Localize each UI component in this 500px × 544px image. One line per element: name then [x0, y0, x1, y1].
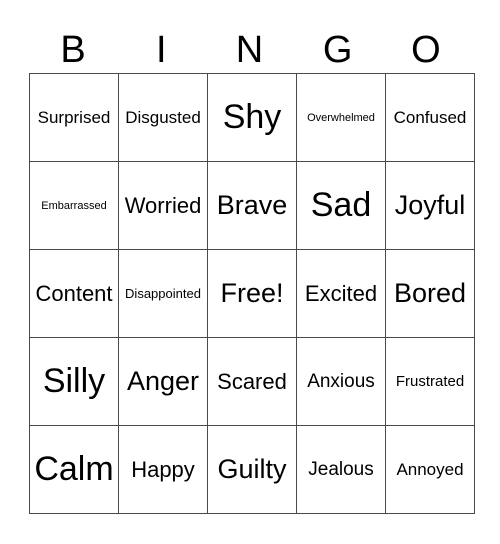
bingo-row: Silly Anger Scared Anxious Frustrated: [29, 337, 475, 426]
bingo-row: Embarrassed Worried Brave Sad Joyful: [29, 161, 475, 250]
bingo-cell[interactable]: Embarrassed: [29, 161, 119, 250]
bingo-cell[interactable]: Brave: [207, 161, 297, 250]
bingo-cell[interactable]: Excited: [296, 249, 386, 338]
bingo-cell[interactable]: Overwhelmed: [296, 73, 386, 162]
bingo-card: Surprised Disgusted Shy Overwhelmed Conf…: [29, 73, 475, 514]
bingo-cell[interactable]: Anger: [118, 337, 208, 426]
bingo-cell[interactable]: Frustrated: [385, 337, 475, 426]
free-space-cell[interactable]: Free!: [207, 249, 297, 338]
header-letter-g: G: [322, 29, 353, 71]
bingo-cell[interactable]: Shy: [207, 73, 297, 162]
bingo-cell[interactable]: Confused: [385, 73, 475, 162]
bingo-cell[interactable]: Bored: [385, 249, 475, 338]
bingo-cell[interactable]: Joyful: [385, 161, 475, 250]
bingo-cell[interactable]: Surprised: [29, 73, 119, 162]
bingo-cell[interactable]: Guilty: [207, 425, 297, 514]
bingo-cell[interactable]: Scared: [207, 337, 297, 426]
header-letter-n: N: [235, 29, 264, 71]
header-letter-o: O: [411, 29, 441, 71]
bingo-cell[interactable]: Happy: [118, 425, 208, 514]
bingo-cell[interactable]: Jealous: [296, 425, 386, 514]
bingo-cell[interactable]: Silly: [29, 337, 119, 426]
header-letter-i: I: [156, 29, 167, 71]
bingo-row: Calm Happy Guilty Jealous Annoyed: [29, 425, 475, 514]
bingo-cell[interactable]: Annoyed: [385, 425, 475, 514]
bingo-cell[interactable]: Disgusted: [118, 73, 208, 162]
bingo-cell[interactable]: Anxious: [296, 337, 386, 426]
bingo-cell[interactable]: Disappointed: [118, 249, 208, 338]
bingo-cell[interactable]: Calm: [29, 425, 119, 514]
bingo-cell[interactable]: Sad: [296, 161, 386, 250]
bingo-header: B I N G O: [29, 28, 470, 72]
bingo-cell[interactable]: Content: [29, 249, 119, 338]
bingo-row: Content Disappointed Free! Excited Bored: [29, 249, 475, 338]
header-letter-b: B: [60, 29, 86, 71]
bingo-row: Surprised Disgusted Shy Overwhelmed Conf…: [29, 73, 475, 162]
bingo-cell[interactable]: Worried: [118, 161, 208, 250]
